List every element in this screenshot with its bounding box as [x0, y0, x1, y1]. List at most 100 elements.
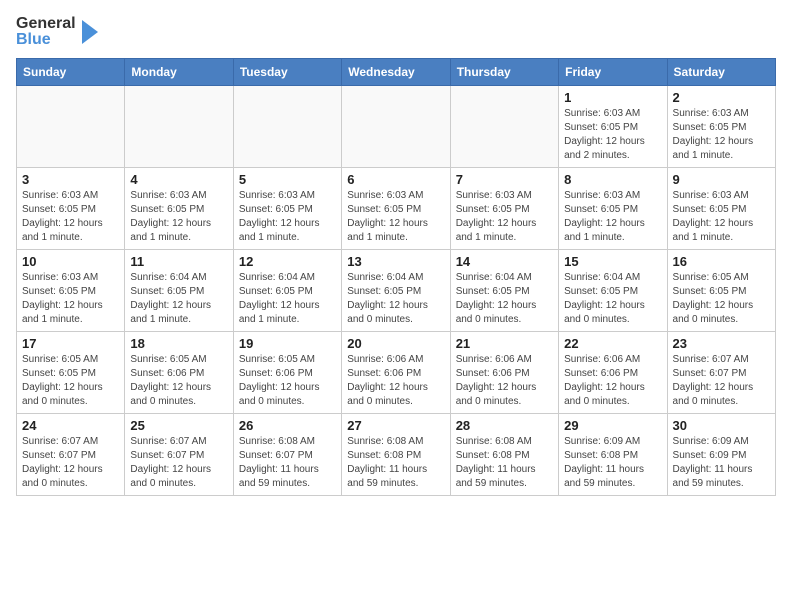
calendar-day-cell: 24 Sunrise: 6:07 AM Sunset: 6:07 PM Dayli…: [17, 414, 125, 496]
calendar-day-cell: 21 Sunrise: 6:06 AM Sunset: 6:06 PM Dayli…: [450, 332, 558, 414]
calendar-day-cell: [125, 86, 233, 168]
day-info: Sunrise: 6:07 AM Sunset: 6:07 PM Dayligh…: [22, 435, 119, 491]
day-number: 30: [673, 418, 770, 433]
day-number: 14: [456, 254, 553, 269]
calendar-day-cell: 1 Sunrise: 6:03 AM Sunset: 6:05 PM Daylig…: [559, 86, 667, 168]
day-number: 15: [564, 254, 661, 269]
calendar-day-cell: [233, 86, 341, 168]
day-info: Sunrise: 6:08 AM Sunset: 6:08 PM Dayligh…: [347, 435, 444, 491]
day-number: 20: [347, 336, 444, 351]
day-info: Sunrise: 6:03 AM Sunset: 6:05 PM Dayligh…: [673, 107, 770, 163]
calendar-day-cell: 13Sunrise: 6:04 AM Sunset: 6:05 PM Dayli…: [342, 250, 450, 332]
day-number: 13: [347, 254, 444, 269]
day-info: Sunrise: 6:05 AM Sunset: 6:05 PM Dayligh…: [22, 353, 119, 409]
calendar-day-cell: 10 Sunrise: 6:03 AM Sunset: 6:05 PM Dayli…: [17, 250, 125, 332]
day-number: 10: [22, 254, 119, 269]
day-number: 24: [22, 418, 119, 433]
day-info: Sunrise: 6:03 AM Sunset: 6:05 PM Dayligh…: [22, 189, 119, 245]
day-info: Sunrise: 6:03 AM Sunset: 6:05 PM Dayligh…: [564, 107, 661, 163]
calendar-day-cell: 9 Sunrise: 6:03 AM Sunset: 6:05 PM Daylig…: [667, 168, 775, 250]
day-number: 19: [239, 336, 336, 351]
calendar-week-row: 24 Sunrise: 6:07 AM Sunset: 6:07 PM Dayli…: [17, 414, 776, 496]
calendar-day-cell: 23 Sunrise: 6:07 AM Sunset: 6:07 PM Dayli…: [667, 332, 775, 414]
day-info: Sunrise: 6:09 AM Sunset: 6:08 PM Dayligh…: [564, 435, 661, 491]
calendar-day-cell: 11Sunrise: 6:04 AM Sunset: 6:05 PM Dayli…: [125, 250, 233, 332]
calendar-day-cell: 7Sunrise: 6:03 AM Sunset: 6:05 PM Daylig…: [450, 168, 558, 250]
weekday-header: Friday: [559, 59, 667, 86]
day-number: 6: [347, 172, 444, 187]
day-number: 16: [673, 254, 770, 269]
calendar-day-cell: 25 Sunrise: 6:07 AM Sunset: 6:07 PM Dayli…: [125, 414, 233, 496]
day-info: Sunrise: 6:07 AM Sunset: 6:07 PM Dayligh…: [673, 353, 770, 409]
day-number: 8: [564, 172, 661, 187]
calendar-week-row: 10 Sunrise: 6:03 AM Sunset: 6:05 PM Dayli…: [17, 250, 776, 332]
weekday-header: Tuesday: [233, 59, 341, 86]
calendar-day-cell: 26 Sunrise: 6:08 AM Sunset: 6:07 PM Dayli…: [233, 414, 341, 496]
day-info: Sunrise: 6:06 AM Sunset: 6:06 PM Dayligh…: [564, 353, 661, 409]
weekday-header-row: SundayMondayTuesdayWednesdayThursdayFrid…: [17, 59, 776, 86]
day-info: Sunrise: 6:05 AM Sunset: 6:06 PM Dayligh…: [239, 353, 336, 409]
day-number: 4: [130, 172, 227, 187]
day-info: Sunrise: 6:03 AM Sunset: 6:05 PM Dayligh…: [564, 189, 661, 245]
day-info: Sunrise: 6:08 AM Sunset: 6:08 PM Dayligh…: [456, 435, 553, 491]
day-number: 2: [673, 90, 770, 105]
day-number: 9: [673, 172, 770, 187]
calendar-day-cell: [450, 86, 558, 168]
calendar-week-row: 1 Sunrise: 6:03 AM Sunset: 6:05 PM Daylig…: [17, 86, 776, 168]
calendar-day-cell: 29Sunrise: 6:09 AM Sunset: 6:08 PM Dayli…: [559, 414, 667, 496]
day-number: 18: [130, 336, 227, 351]
day-info: Sunrise: 6:09 AM Sunset: 6:09 PM Dayligh…: [673, 435, 770, 491]
calendar-day-cell: 22Sunrise: 6:06 AM Sunset: 6:06 PM Dayli…: [559, 332, 667, 414]
day-info: Sunrise: 6:08 AM Sunset: 6:07 PM Dayligh…: [239, 435, 336, 491]
calendar-day-cell: [342, 86, 450, 168]
calendar-day-cell: [17, 86, 125, 168]
calendar-day-cell: 12 Sunrise: 6:04 AM Sunset: 6:05 PM Dayli…: [233, 250, 341, 332]
calendar-day-cell: 19 Sunrise: 6:05 AM Sunset: 6:06 PM Dayli…: [233, 332, 341, 414]
day-info: Sunrise: 6:04 AM Sunset: 6:05 PM Dayligh…: [239, 271, 336, 327]
calendar-day-cell: 14 Sunrise: 6:04 AM Sunset: 6:05 PM Dayli…: [450, 250, 558, 332]
day-info: Sunrise: 6:03 AM Sunset: 6:05 PM Dayligh…: [347, 189, 444, 245]
calendar-week-row: 17 Sunrise: 6:05 AM Sunset: 6:05 PM Dayli…: [17, 332, 776, 414]
day-number: 3: [22, 172, 119, 187]
calendar-table: SundayMondayTuesdayWednesdayThursdayFrid…: [16, 58, 776, 496]
day-info: Sunrise: 6:06 AM Sunset: 6:06 PM Dayligh…: [347, 353, 444, 409]
calendar-day-cell: 27 Sunrise: 6:08 AM Sunset: 6:08 PM Dayli…: [342, 414, 450, 496]
calendar-day-cell: 15 Sunrise: 6:04 AM Sunset: 6:05 PM Dayli…: [559, 250, 667, 332]
day-info: Sunrise: 6:07 AM Sunset: 6:07 PM Dayligh…: [130, 435, 227, 491]
day-number: 11: [130, 254, 227, 269]
day-info: Sunrise: 6:05 AM Sunset: 6:05 PM Dayligh…: [673, 271, 770, 327]
calendar-day-cell: 18Sunrise: 6:05 AM Sunset: 6:06 PM Dayli…: [125, 332, 233, 414]
day-info: Sunrise: 6:03 AM Sunset: 6:05 PM Dayligh…: [22, 271, 119, 327]
day-info: Sunrise: 6:04 AM Sunset: 6:05 PM Dayligh…: [564, 271, 661, 327]
day-number: 23: [673, 336, 770, 351]
calendar-day-cell: 6 Sunrise: 6:03 AM Sunset: 6:05 PM Daylig…: [342, 168, 450, 250]
calendar-day-cell: 4 Sunrise: 6:03 AM Sunset: 6:05 PM Daylig…: [125, 168, 233, 250]
calendar-day-cell: 20 Sunrise: 6:06 AM Sunset: 6:06 PM Dayli…: [342, 332, 450, 414]
calendar-day-cell: 16 Sunrise: 6:05 AM Sunset: 6:05 PM Dayli…: [667, 250, 775, 332]
day-number: 17: [22, 336, 119, 351]
day-number: 27: [347, 418, 444, 433]
day-number: 1: [564, 90, 661, 105]
day-info: Sunrise: 6:03 AM Sunset: 6:05 PM Dayligh…: [456, 189, 553, 245]
weekday-header: Thursday: [450, 59, 558, 86]
calendar-day-cell: 5Sunrise: 6:03 AM Sunset: 6:05 PM Daylig…: [233, 168, 341, 250]
weekday-header: Saturday: [667, 59, 775, 86]
day-number: 26: [239, 418, 336, 433]
calendar-day-cell: 28Sunrise: 6:08 AM Sunset: 6:08 PM Dayli…: [450, 414, 558, 496]
day-info: Sunrise: 6:04 AM Sunset: 6:05 PM Dayligh…: [456, 271, 553, 327]
weekday-header: Monday: [125, 59, 233, 86]
day-number: 12: [239, 254, 336, 269]
day-number: 21: [456, 336, 553, 351]
day-number: 25: [130, 418, 227, 433]
calendar-week-row: 3 Sunrise: 6:03 AM Sunset: 6:05 PM Daylig…: [17, 168, 776, 250]
weekday-header: Sunday: [17, 59, 125, 86]
day-info: Sunrise: 6:03 AM Sunset: 6:05 PM Dayligh…: [239, 189, 336, 245]
calendar-day-cell: 3 Sunrise: 6:03 AM Sunset: 6:05 PM Daylig…: [17, 168, 125, 250]
day-info: Sunrise: 6:03 AM Sunset: 6:05 PM Dayligh…: [673, 189, 770, 245]
day-info: Sunrise: 6:03 AM Sunset: 6:05 PM Dayligh…: [130, 189, 227, 245]
weekday-header: Wednesday: [342, 59, 450, 86]
page-header: GeneralBlue: [16, 16, 776, 48]
day-info: Sunrise: 6:06 AM Sunset: 6:06 PM Dayligh…: [456, 353, 553, 409]
logo: GeneralBlue: [16, 16, 100, 48]
calendar-day-cell: 17 Sunrise: 6:05 AM Sunset: 6:05 PM Dayli…: [17, 332, 125, 414]
